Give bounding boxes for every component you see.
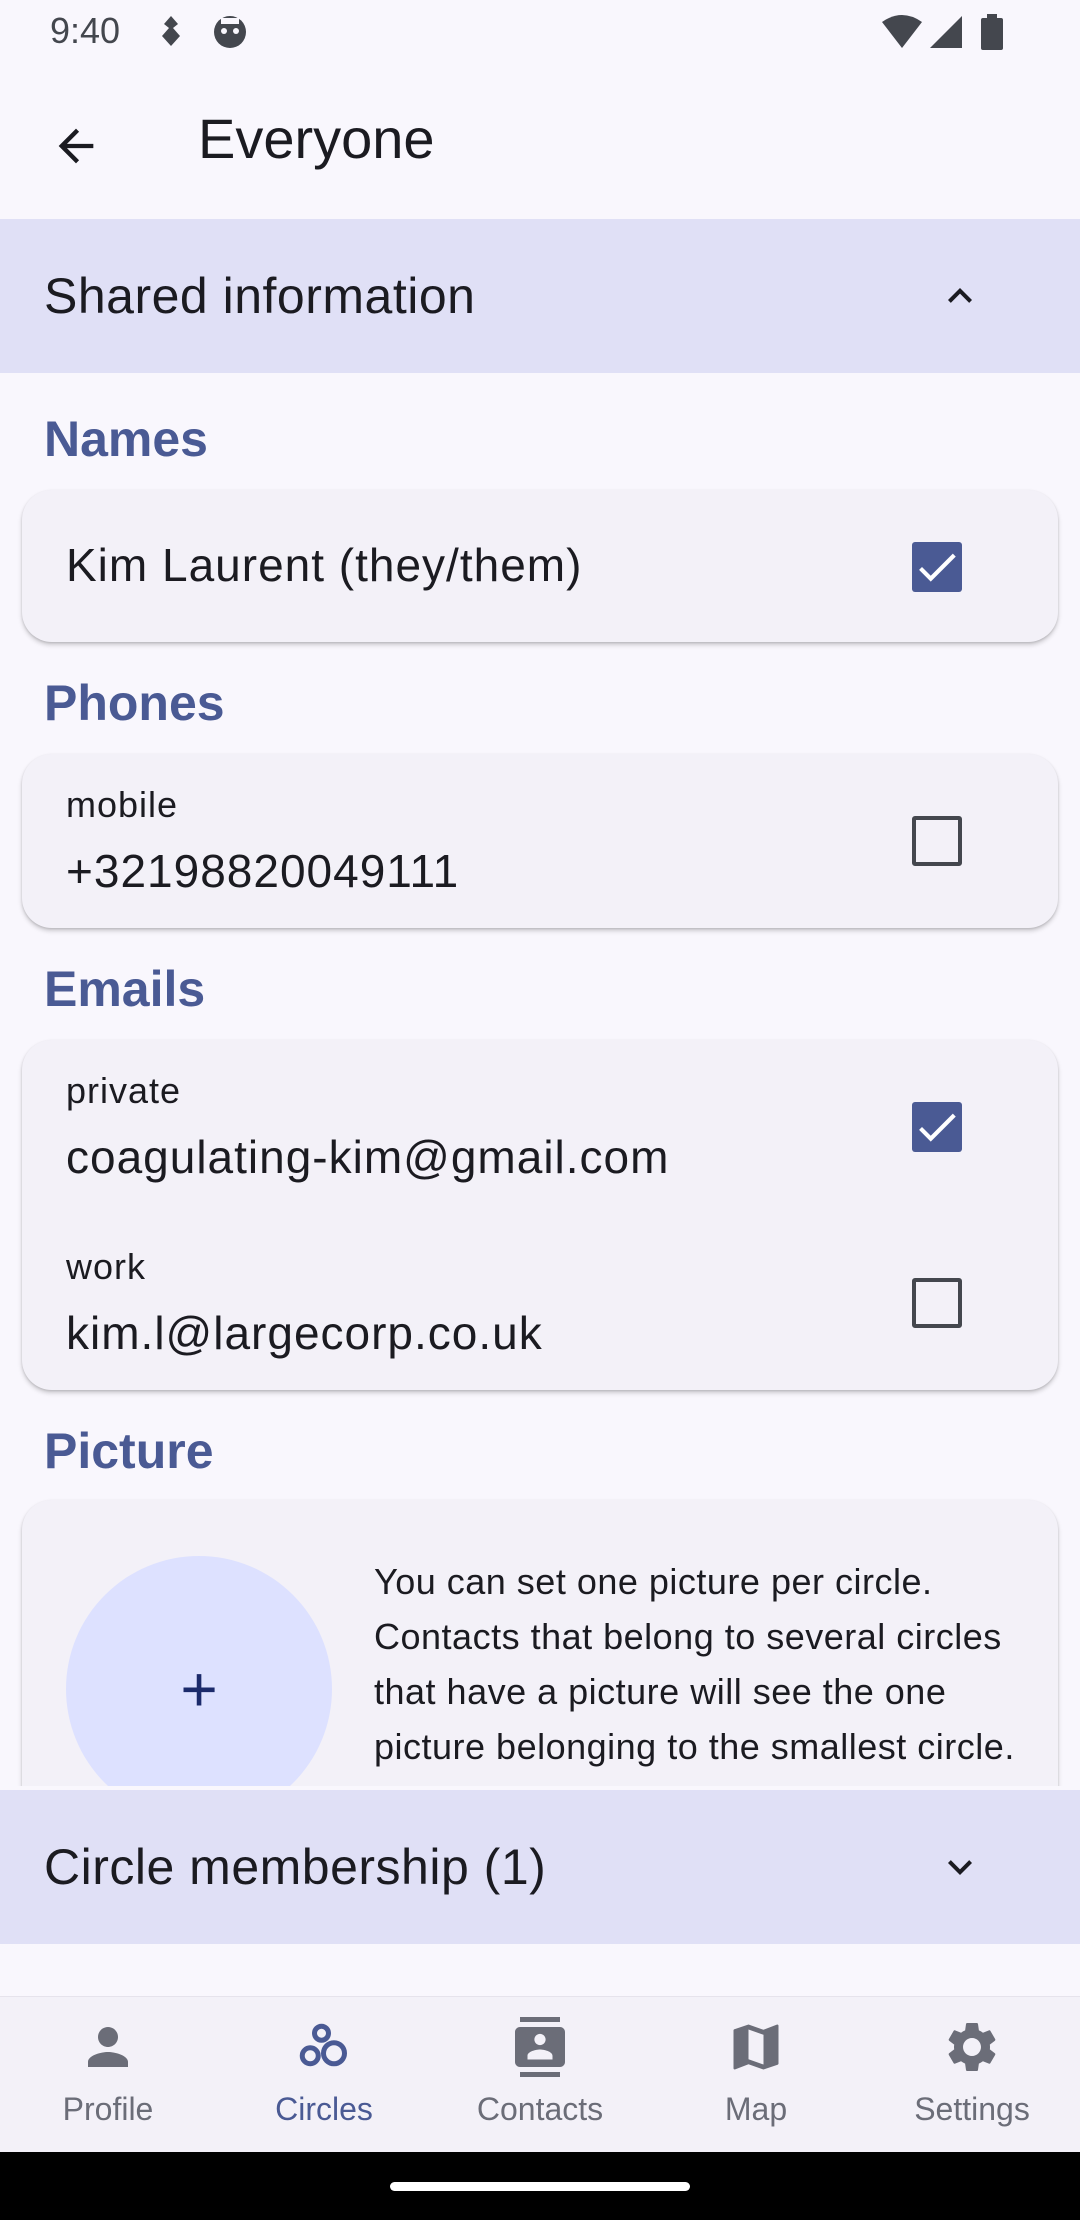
shared-information-label: Shared information [44,268,476,324]
nav-label-circles: Circles [275,2091,373,2127]
nav-item-map[interactable]: Map [648,1997,864,2153]
phones-card: mobile +32198820049111 [22,754,1058,928]
name-value: Kim Laurent (they/them) [66,539,583,591]
check-icon [919,553,956,582]
email-checkbox-private[interactable] [912,1102,962,1152]
email-value-work: kim.l@largecorp.co.uk [66,1307,543,1359]
notification-icon [158,14,184,53]
picture-section: + You can set one picture per circle. Co… [0,1490,1080,1786]
nav-item-profile[interactable]: Profile [0,1997,216,2153]
arrow-back-icon [58,128,94,164]
nav-label-settings: Settings [914,2091,1030,2127]
emails-title: Emails [44,961,206,1017]
shared-information-header[interactable]: Shared information [0,219,1080,373]
system-gesture-bar [0,2152,1080,2220]
names-title: Names [44,411,208,467]
picture-title: Picture [44,1423,214,1479]
person-icon [88,2027,128,2067]
add-icon: + [180,1653,218,1725]
phones-title: Phones [44,675,225,731]
email-label-private: private [66,1070,182,1111]
android-debug-icon [212,14,248,55]
back-button[interactable] [40,110,112,182]
nav-item-contacts[interactable]: Contacts [432,1997,648,2153]
gear-icon [948,2023,996,2071]
nav-item-settings[interactable]: Settings [864,1997,1080,2153]
email-checkbox-work[interactable] [912,1278,962,1328]
circle-membership-label: Circle membership (1) [44,1839,547,1895]
nav-label-profile: Profile [62,2091,154,2127]
picture-description: You can set one picture per circle. Cont… [374,1561,1015,1767]
nav-label-contacts: Contacts [476,2091,604,2127]
check-icon [919,1113,956,1142]
battery-icon [980,14,1004,55]
phone-checkbox[interactable] [912,816,962,866]
bottom-navigation: Profile Circles Contacts Map Settings [0,1996,1080,2153]
nav-item-circles[interactable]: Circles [216,1997,432,2153]
phone-value: +32198820049111 [66,845,460,897]
status-bar: 9:40 [0,0,1080,66]
nav-label-map: Map [724,2091,788,2127]
home-gesture-handle[interactable] [390,2182,690,2191]
circle-membership-header[interactable]: Circle membership (1) [0,1790,1080,1944]
email-label-work: work [66,1246,147,1287]
emails-card: private coagulating-kim@gmail.com work k… [22,1040,1058,1390]
phone-label: mobile [66,784,179,825]
chevron-up-icon[interactable] [930,266,990,326]
email-value-private: coagulating-kim@gmail.com [66,1131,670,1183]
picture-card: + You can set one picture per circle. Co… [22,1500,1058,1786]
app-bar: Everyone [0,66,1080,218]
wifi-icon [880,14,924,55]
chevron-down-icon[interactable] [930,1837,990,1897]
page-title: Everyone [198,107,435,170]
circles-icon [299,2023,347,2067]
name-checkbox[interactable] [912,542,962,592]
status-time: 9:40 [50,10,121,51]
cellular-signal-icon [928,14,964,55]
contacts-icon [515,2017,565,2077]
map-icon [733,2024,779,2070]
add-picture-button[interactable]: + [66,1556,332,1786]
names-card: Kim Laurent (they/them) [22,490,1058,642]
